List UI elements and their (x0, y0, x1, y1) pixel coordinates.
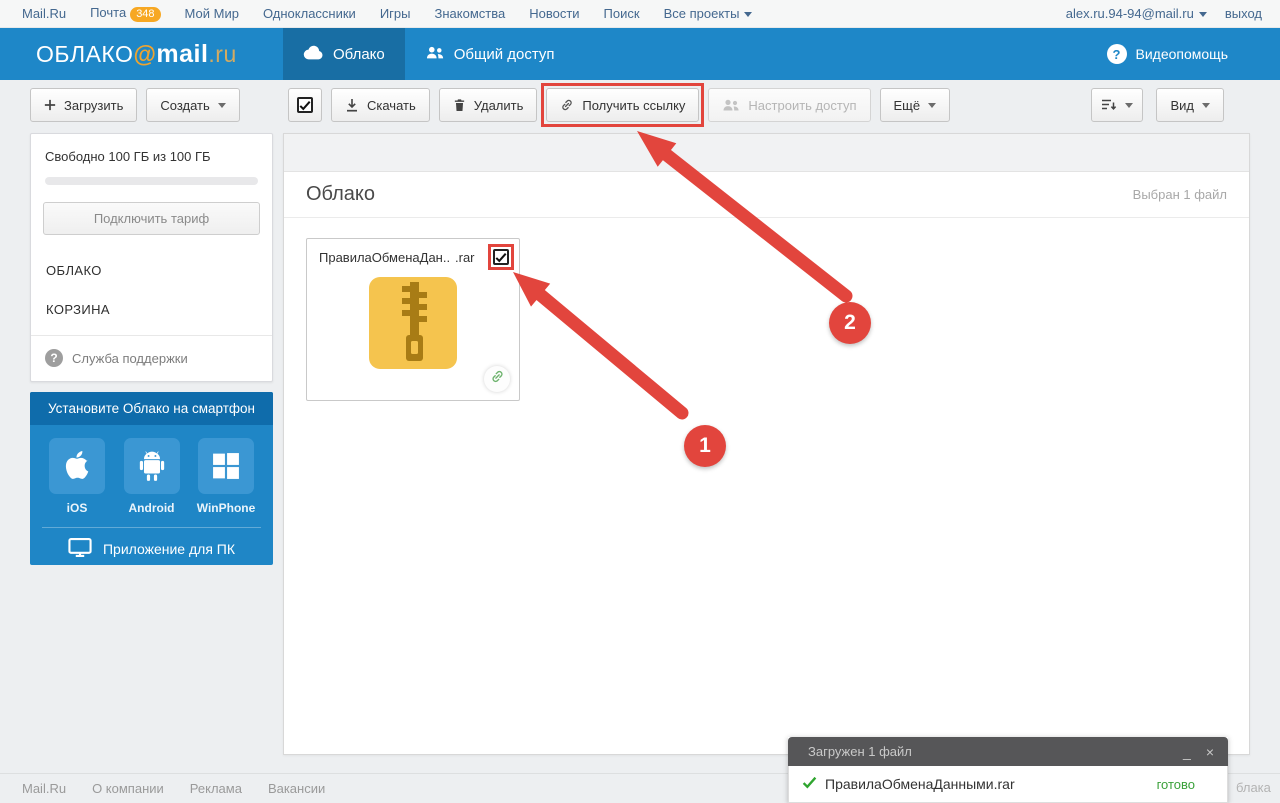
selection-status: Выбран 1 файл (1132, 187, 1227, 202)
storage-progress-bar (45, 177, 258, 185)
sort-button[interactable] (1091, 88, 1144, 122)
topbar-link-mailru[interactable]: Mail.Ru (22, 6, 66, 21)
mail-count-badge: 348 (130, 7, 161, 22)
storage-info: Свободно 100 ГБ из 100 ГБ (45, 149, 211, 164)
file-card[interactable]: ПравилаОбменаДан... .rar (306, 238, 520, 401)
annotation-step-1: 1 (684, 425, 726, 467)
more-button[interactable]: Ещё (879, 88, 951, 122)
notification-title: Загружен 1 файл (808, 744, 912, 759)
footer-link-about[interactable]: О компании (92, 781, 164, 796)
question-icon: ? (1106, 44, 1127, 64)
app-ios[interactable]: iOS (49, 438, 105, 515)
tab-cloud-label: Облако (333, 45, 385, 63)
download-icon (345, 98, 359, 112)
file-browser-panel: Облако Выбран 1 файл ПравилаОбменаДан...… (283, 133, 1250, 755)
footer-link-mailru[interactable]: Mail.Ru (22, 781, 66, 796)
portal-topbar: Mail.Ru Почта 348 Мой Мир Одноклассники И… (0, 0, 1280, 28)
minimize-icon[interactable]: _ (1183, 745, 1191, 759)
sort-icon (1101, 98, 1117, 112)
create-button[interactable]: Создать (146, 88, 240, 122)
panel-top-strip (284, 134, 1249, 172)
connect-tariff-button[interactable]: Подключить тариф (43, 202, 260, 235)
cloud-icon (303, 45, 324, 64)
topbar-link-dating[interactable]: Знакомства (435, 6, 506, 21)
folder-title: Облако (306, 183, 376, 205)
promo-title: Установите Облако на смартфон (30, 392, 273, 425)
tab-shared-access[interactable]: Общий доступ (405, 28, 575, 80)
toolbar-actions: Скачать Удалить Получить ссылку Настроит… (288, 83, 951, 127)
topbar-link-odnoklassniki[interactable]: Одноклассники (263, 6, 356, 21)
caret-down-icon (1125, 102, 1134, 108)
file-checkbox[interactable] (493, 249, 509, 265)
upload-button[interactable]: Загрузить (30, 88, 138, 122)
share-access-button[interactable]: Настроить доступ (708, 88, 871, 122)
topbar-link-search[interactable]: Поиск (604, 6, 640, 21)
file-checkbox-wrap (488, 244, 514, 270)
rar-archive-icon (369, 277, 457, 374)
topbar-link-mail[interactable]: Почта 348 (90, 5, 161, 22)
smartphone-promo: Установите Облако на смартфон iOS Androi… (30, 392, 273, 565)
upload-notification: Загружен 1 файл _ × ПравилаОбменаДанными… (788, 737, 1228, 803)
windows-icon (198, 438, 254, 494)
cloud-mailru-logo[interactable]: ОБЛАКО @ mail .ru (0, 28, 283, 80)
support-label: Служба поддержки (72, 350, 188, 366)
tab-shared-label: Общий доступ (453, 45, 555, 63)
logout-link[interactable]: выход (1225, 6, 1262, 21)
footer-link-jobs[interactable]: Вакансии (268, 781, 325, 796)
topbar-link-moymir[interactable]: Мой Мир (185, 6, 239, 21)
link-icon (490, 369, 505, 389)
topbar-link-news[interactable]: Новости (529, 6, 579, 21)
caret-down-icon (744, 12, 753, 18)
video-help-label: Видеопомощь (1135, 46, 1229, 62)
sidebar-item-cloud[interactable]: ОБЛАКО (31, 251, 272, 290)
app-android[interactable]: Android (123, 438, 180, 515)
monitor-icon (68, 537, 92, 560)
toolbar-view: Вид (1091, 88, 1224, 122)
download-button[interactable]: Скачать (331, 88, 430, 122)
public-link-badge[interactable] (484, 366, 510, 392)
support-link[interactable]: ? Служба поддержки (31, 336, 272, 380)
caret-down-icon (1198, 12, 1207, 18)
sidebar-item-trash[interactable]: КОРЗИНА (31, 290, 272, 329)
annotation-step-2: 2 (829, 302, 871, 344)
link-icon (560, 98, 574, 112)
tab-cloud[interactable]: Облако (283, 28, 405, 80)
app-winphone[interactable]: WinPhone (197, 438, 255, 515)
caret-down-icon (1202, 102, 1210, 108)
success-check-icon (802, 776, 817, 792)
footer-link-ads[interactable]: Реклама (190, 781, 242, 796)
caret-down-icon (928, 102, 937, 108)
file-name: ПравилаОбменаДан... (319, 249, 449, 265)
file-extension: .rar (455, 249, 475, 265)
question-icon: ? (45, 349, 63, 367)
uploaded-file-name: ПравилаОбменаДанными.rar (825, 776, 1015, 792)
topbar-link-all-projects[interactable]: Все проекты (664, 6, 753, 21)
select-all-button[interactable] (288, 88, 322, 122)
people-icon (722, 98, 740, 112)
caret-down-icon (217, 102, 226, 108)
video-help-link[interactable]: ? Видеопомощь (1106, 28, 1280, 80)
plus-icon (44, 99, 56, 111)
toolbar-left: Загрузить Создать (30, 88, 240, 122)
user-account-menu[interactable]: alex.ru.94-94@mail.ru (1066, 6, 1207, 21)
get-link-button[interactable]: Получить ссылку (541, 83, 705, 127)
portal-links: Mail.Ru Почта 348 Мой Мир Одноклассники И… (0, 5, 753, 22)
people-icon (425, 45, 445, 64)
pc-app-link[interactable]: Приложение для ПК (30, 528, 273, 569)
view-button[interactable]: Вид (1156, 88, 1224, 122)
sidebar-nav: ОБЛАКО КОРЗИНА (31, 251, 272, 329)
app-header: ОБЛАКО @ mail .ru Облако Общий доступ ? Вид… (0, 28, 1280, 80)
sidebar: Свободно 100 ГБ из 100 ГБ Подключить тар… (30, 133, 273, 382)
android-icon (123, 438, 180, 494)
upload-status: готово (1156, 776, 1195, 792)
delete-button[interactable]: Удалить (438, 88, 538, 122)
checkbox-checked-icon (297, 97, 313, 113)
footer-partial-text: блака (1236, 780, 1271, 795)
apple-icon (49, 438, 105, 494)
close-icon[interactable]: × (1206, 745, 1214, 759)
topbar-link-games[interactable]: Игры (380, 6, 411, 21)
trash-icon (453, 98, 466, 112)
